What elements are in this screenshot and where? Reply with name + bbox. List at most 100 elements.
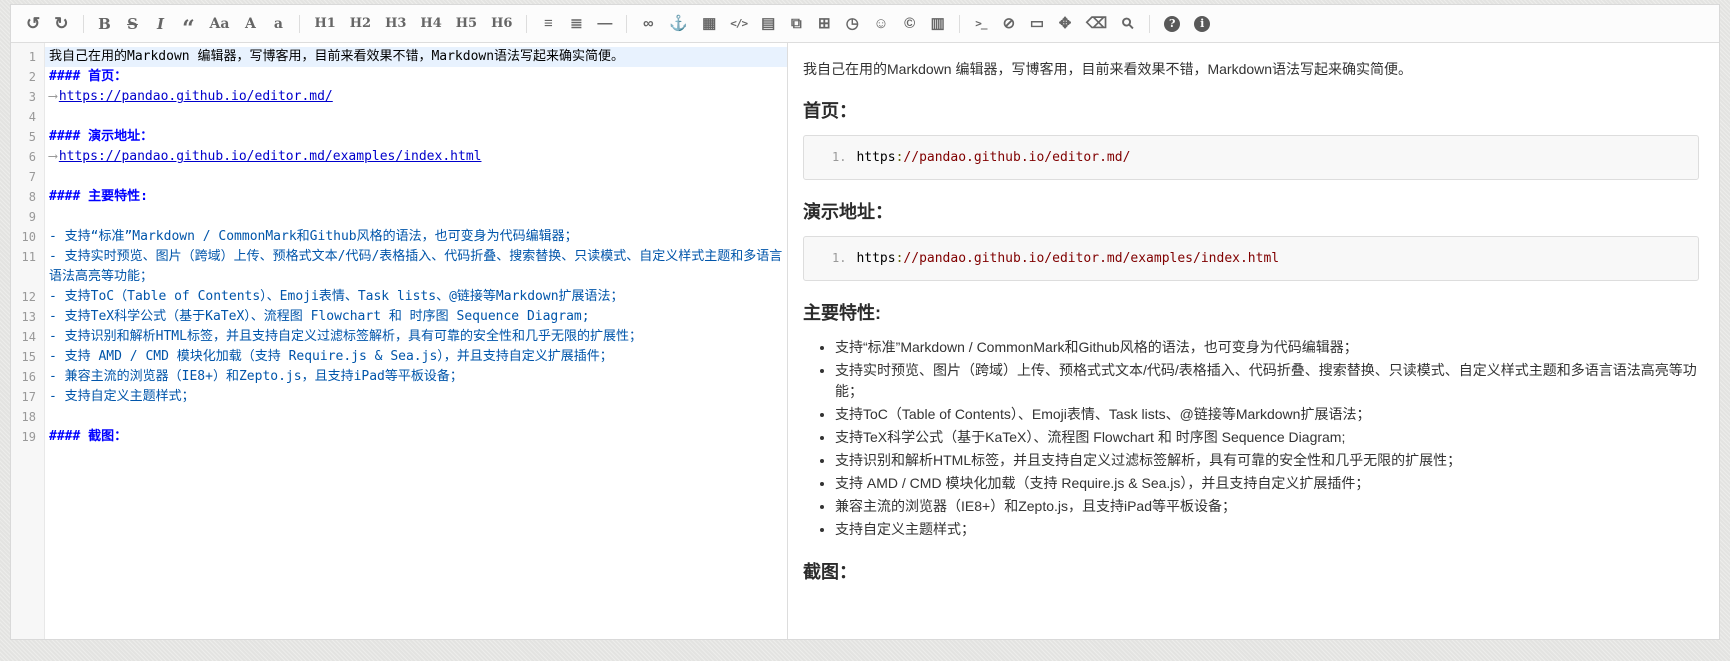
feature-item: 支持“标准”Markdown / CommonMark和Github风格的语法，… xyxy=(835,337,1699,358)
h2-icon: H2 xyxy=(350,15,371,33)
ucwords-button[interactable]: Aa xyxy=(205,12,235,36)
uppercase-button[interactable]: A xyxy=(238,12,262,36)
feature-item: 支持自定义主题样式； xyxy=(835,519,1699,540)
editor-line-10: 10- 支持“标准”Markdown / CommonMark和Github风格… xyxy=(11,227,787,247)
h1-button[interactable]: H1 xyxy=(309,12,340,36)
watch-button[interactable]: ⊘ xyxy=(997,12,1021,36)
image-button[interactable]: ▦ xyxy=(697,12,721,36)
pagebreak-button[interactable]: ▥ xyxy=(926,12,950,36)
help-button[interactable]: ? xyxy=(1159,12,1185,36)
goto-line-icon: >_ xyxy=(975,15,986,33)
undo-button[interactable]: ↺ xyxy=(21,12,45,36)
link-button[interactable]: ∞ xyxy=(636,12,660,36)
line-number: 1 xyxy=(11,47,45,67)
editor-line-content[interactable] xyxy=(45,407,787,427)
editor-text: - 支持ToC（Table of Contents）、Emoji表情、Task … xyxy=(49,289,624,304)
line-number: 19 xyxy=(11,427,45,447)
editor-line-content[interactable]: - 支持实时预览、图片（跨域）上传、预格式文本/代码/表格插入、代码折叠、搜索替… xyxy=(45,247,787,287)
editor-line-content[interactable]: - 兼容主流的浏览器（IE8+）和Zepto.js，且支持iPad等平板设备； xyxy=(45,367,787,387)
image-icon: ▦ xyxy=(702,15,716,33)
h5-icon: H5 xyxy=(456,15,477,33)
h3-icon: H3 xyxy=(385,15,406,33)
lowercase-icon: a xyxy=(274,15,283,33)
h3-button[interactable]: H3 xyxy=(380,12,411,36)
editor-line-content[interactable] xyxy=(45,167,787,187)
ucwords-icon: Aa xyxy=(210,15,230,33)
editor-line-17: 17- 支持自定义主题样式； xyxy=(11,387,787,407)
code-block-button[interactable]: ⧉ xyxy=(784,12,808,36)
editor-line-15: 15- 支持 AMD / CMD 模块化加载（支持 Require.js & S… xyxy=(11,347,787,367)
feature-item: 支持ToC（Table of Contents）、Emoji表情、Task li… xyxy=(835,404,1699,425)
editor-line-content[interactable]: #### 截图： xyxy=(45,427,787,447)
editor-line-content[interactable]: - 支持自定义主题样式； xyxy=(45,387,787,407)
editor-line-content[interactable]: ⟶https://pandao.github.io/editor.md/exam… xyxy=(45,147,787,167)
italic-button[interactable]: I xyxy=(149,12,173,36)
search-button[interactable]: ⚲ xyxy=(1116,12,1140,36)
h6-button[interactable]: H6 xyxy=(486,12,517,36)
html-entities-button[interactable]: © xyxy=(898,12,922,36)
codemirror-editor[interactable]: 1我自己在用的Markdown 编辑器，写博客用，目前来看效果不错，Markdo… xyxy=(11,43,787,639)
uppercase-icon: A xyxy=(245,15,256,33)
editor-line-content[interactable]: - 支持“标准”Markdown / CommonMark和Github风格的语… xyxy=(45,227,787,247)
preview-pane[interactable]: 我自己在用的Markdown 编辑器，写博客用，目前来看效果不错，Markdow… xyxy=(787,43,1719,639)
feature-item: 支持实时预览、图片（跨域）上传、预格式式文本/代码/表格插入、代码折叠、搜索替换… xyxy=(835,360,1699,402)
redo-button[interactable]: ↻ xyxy=(49,12,73,36)
editor-line-content[interactable] xyxy=(45,207,787,227)
editor-line-1: 1我自己在用的Markdown 编辑器，写博客用，目前来看效果不错，Markdo… xyxy=(11,47,787,67)
editor-line-content[interactable] xyxy=(45,107,787,127)
editor-text: #### 截图： xyxy=(49,429,127,444)
clear-button[interactable]: ⌫ xyxy=(1081,12,1112,36)
editor-line-content[interactable]: #### 演示地址： xyxy=(45,127,787,147)
preview-heading: 截图： xyxy=(803,558,1699,584)
list-ol-button[interactable]: ≣ xyxy=(564,12,588,36)
code-block: 1.https://pandao.github.io/editor.md/exa… xyxy=(803,236,1699,281)
editor-line-content[interactable]: #### 主要特性: xyxy=(45,187,787,207)
h4-button[interactable]: H4 xyxy=(415,12,446,36)
reference-link-icon: ⚓ xyxy=(669,15,688,33)
editor-text: - 支持TeX科学公式（基于KaTeX）、流程图 Flowchart 和 时序图… xyxy=(49,309,590,324)
h4-icon: H4 xyxy=(420,15,441,33)
h1-icon: H1 xyxy=(314,15,335,33)
italic-icon: I xyxy=(157,15,164,33)
editor-line-content[interactable]: ⟶https://pandao.github.io/editor.md/ xyxy=(45,87,787,107)
quote-icon: “ xyxy=(182,24,195,34)
code-line: 1.https://pandao.github.io/editor.md/exa… xyxy=(832,248,1688,269)
table-button[interactable]: ⊞ xyxy=(812,12,836,36)
datetime-button[interactable]: ◷ xyxy=(840,12,864,36)
editor-line-content[interactable]: 我自己在用的Markdown 编辑器，写博客用，目前来看效果不错，Markdow… xyxy=(45,47,787,67)
quote-button[interactable]: “ xyxy=(177,12,201,36)
goto-line-button[interactable]: >_ xyxy=(969,12,993,36)
editor-line-6: 6⟶https://pandao.github.io/editor.md/exa… xyxy=(11,147,787,167)
reference-link-button[interactable]: ⚓ xyxy=(664,12,693,36)
h2-button[interactable]: H2 xyxy=(345,12,376,36)
editor-line-content[interactable]: - 支持识别和解析HTML标签，并且支持自定义过滤标签解析，具有可靠的安全性和几… xyxy=(45,327,787,347)
h6-icon: H6 xyxy=(491,15,512,33)
datetime-icon: ◷ xyxy=(846,15,859,33)
editor-line-content[interactable]: #### 首页： xyxy=(45,67,787,87)
h5-button[interactable]: H5 xyxy=(451,12,482,36)
editor-line-content[interactable]: - 支持ToC（Table of Contents）、Emoji表情、Task … xyxy=(45,287,787,307)
editor-line-content[interactable]: - 支持TeX科学公式（基于KaTeX）、流程图 Flowchart 和 时序图… xyxy=(45,307,787,327)
preformatted-text-button[interactable]: ▤ xyxy=(756,12,780,36)
emoji-button[interactable]: ☺ xyxy=(868,12,893,36)
emoji-icon: ☺ xyxy=(873,15,888,33)
lowercase-button[interactable]: a xyxy=(266,12,290,36)
editor-text: - 支持实时预览、图片（跨域）上传、预格式文本/代码/表格插入、代码折叠、搜索替… xyxy=(49,249,782,284)
hr-button[interactable]: — xyxy=(592,12,617,36)
list-ul-button[interactable]: ≡ xyxy=(536,12,560,36)
editor-line-14: 14- 支持识别和解析HTML标签，并且支持自定义过滤标签解析，具有可靠的安全性… xyxy=(11,327,787,347)
code-button[interactable]: </> xyxy=(725,12,752,36)
editor-line-5: 5#### 演示地址： xyxy=(11,127,787,147)
help-icon: ? xyxy=(1164,16,1180,32)
tab-arrow-icon: ⟶ xyxy=(49,89,55,104)
editor-line-12: 12- 支持ToC（Table of Contents）、Emoji表情、Tas… xyxy=(11,287,787,307)
bold-icon: B xyxy=(98,15,111,33)
info-button[interactable]: i xyxy=(1189,12,1215,36)
bold-button[interactable]: B xyxy=(93,12,117,36)
del-button[interactable]: S xyxy=(121,12,145,36)
fullscreen-button[interactable]: ✥ xyxy=(1053,12,1077,36)
toolbar-divider xyxy=(959,15,960,33)
line-number: 14 xyxy=(11,327,45,347)
preview-button[interactable]: ▭ xyxy=(1025,12,1049,36)
editor-line-content[interactable]: - 支持 AMD / CMD 模块化加载（支持 Require.js & Sea… xyxy=(45,347,787,367)
